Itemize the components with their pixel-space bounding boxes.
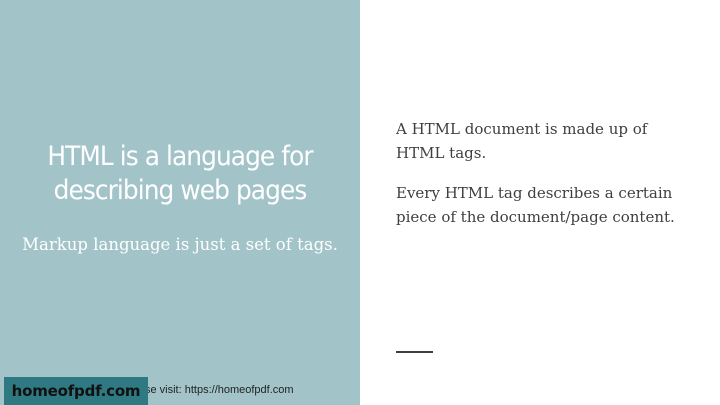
- watermark-logo: homeofpdf.com: [4, 377, 148, 405]
- body-paragraph-1: A HTML document is made up of HTML tags.: [396, 120, 648, 162]
- slide-title: HTML is a language for describing web pa…: [47, 141, 313, 206]
- accent-rule: [396, 351, 433, 353]
- footer-note[interactable]: se visit: https://homeofpdf.com: [145, 383, 294, 397]
- slide-subtitle: Markup language is just a set of tags.: [22, 235, 338, 254]
- title-panel: HTML is a language for describing web pa…: [0, 0, 360, 405]
- body-paragraph-2: Every HTML tag describes a certain piece…: [396, 184, 675, 226]
